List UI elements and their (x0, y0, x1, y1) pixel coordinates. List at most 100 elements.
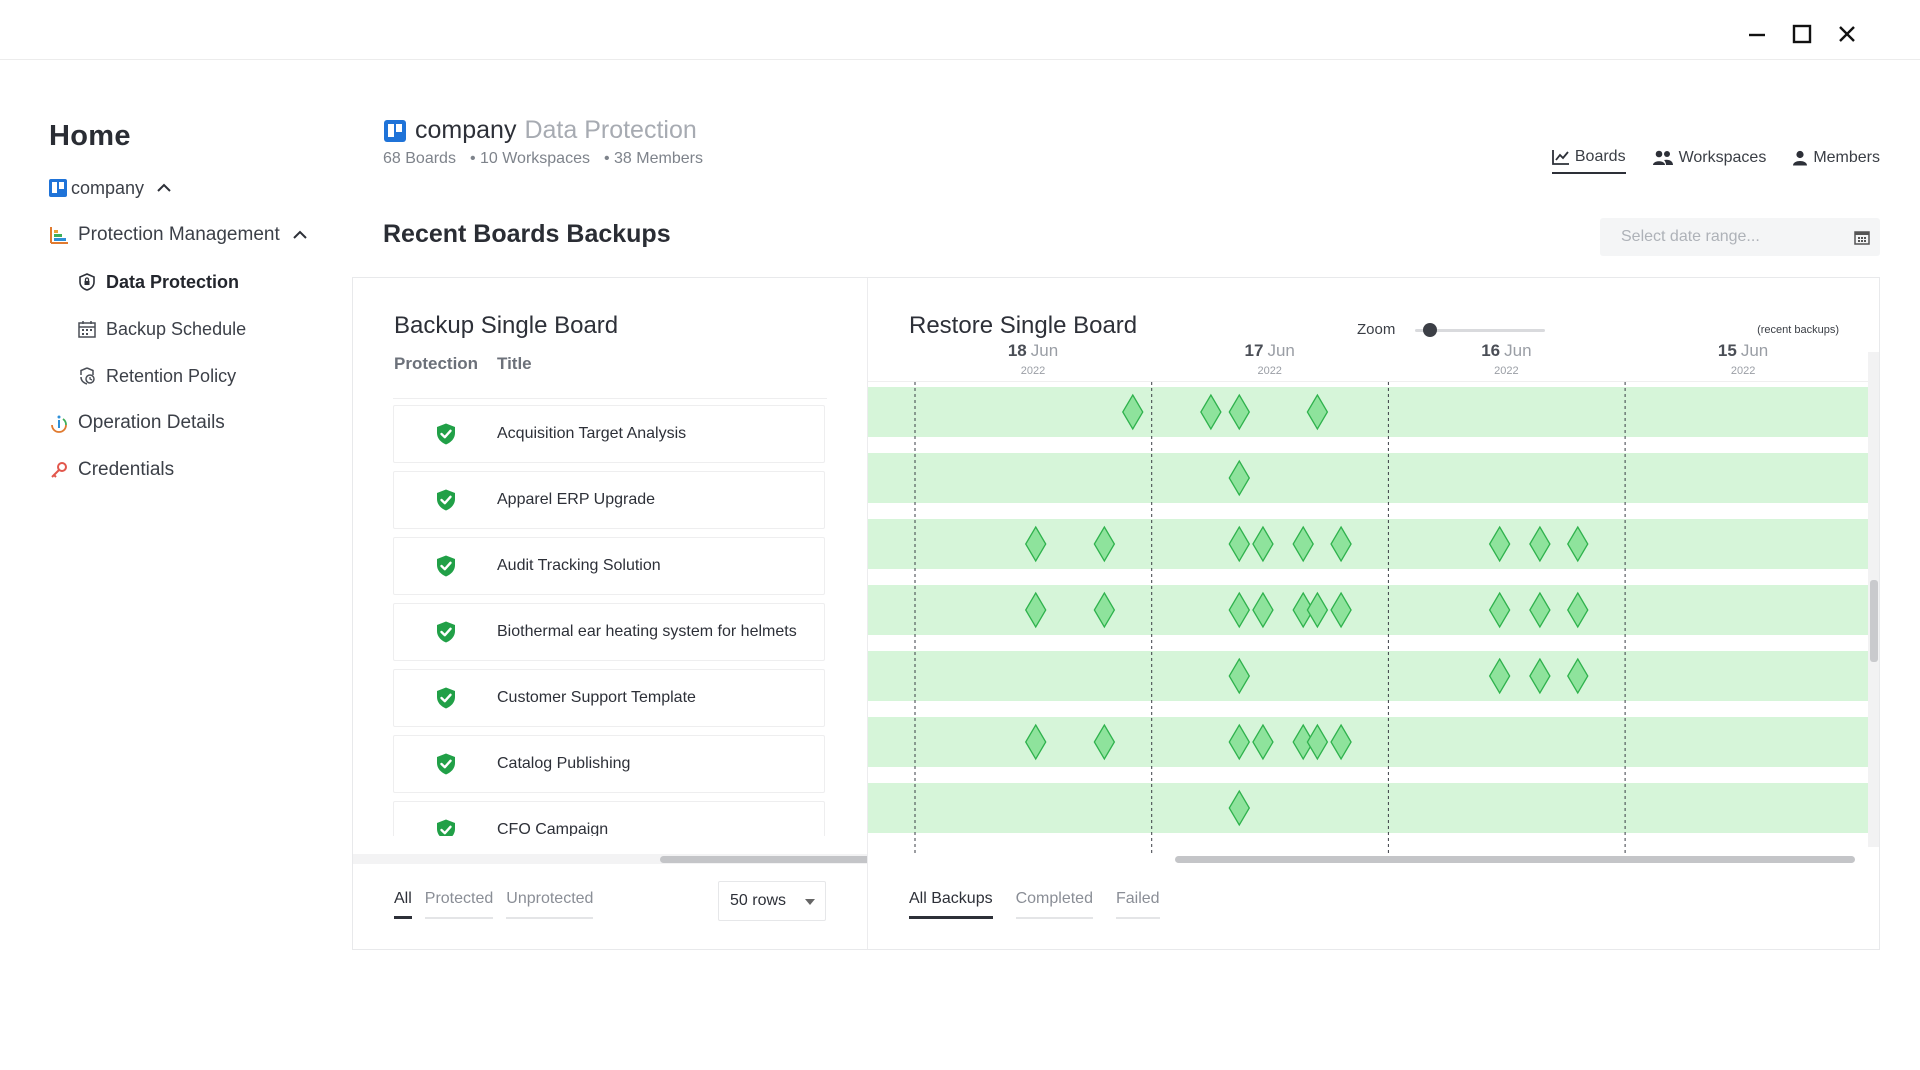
workspace-name: company (415, 116, 517, 144)
minimize-button[interactable] (1737, 14, 1777, 54)
members-count: • 38 Members (603, 150, 703, 167)
minimize-icon (1749, 33, 1765, 37)
table-row[interactable]: Biothermal ear heating system for helmet… (393, 603, 825, 661)
sidebar-item-label: Backup Schedule (106, 318, 247, 339)
sidebar-item-backup-schedule[interactable]: Backup Schedule (76, 313, 246, 345)
tab-boards[interactable]: Boards (1551, 148, 1626, 174)
sidebar-item-company[interactable]: company (48, 172, 172, 204)
chevron-up-icon (292, 230, 308, 240)
timeline-row-band[interactable] (868, 783, 1868, 833)
horizontal-scrollbar-thumb[interactable] (660, 856, 867, 863)
tab-workspaces[interactable]: Workspaces (1652, 148, 1767, 174)
table-row[interactable]: CFO Campaign (393, 801, 825, 836)
timeline-date-label: 17 Jun (1245, 341, 1295, 360)
timeline-row-band[interactable] (868, 717, 1868, 767)
section-title: Recent Boards Backups (383, 220, 671, 248)
rows-per-page-select[interactable]: 50 rows (718, 881, 826, 921)
shield-check-icon (437, 819, 455, 836)
timeline-date-label: 16 Jun (1481, 341, 1531, 360)
timeline-row-band[interactable] (868, 519, 1868, 569)
date-day: 16 (1481, 341, 1500, 360)
board-title: CFO Campaign (497, 821, 609, 836)
restore-pane: Restore Single Board Zoom (recent backup… (868, 278, 1879, 949)
backup-pane: Backup Single Board Protection Title Acq… (353, 278, 868, 949)
table-row[interactable]: Acquisition Target Analysis (393, 405, 825, 463)
tab-members[interactable]: Members (1792, 148, 1880, 174)
date-range-input[interactable]: Select date range... (1600, 218, 1880, 256)
column-header-protection[interactable]: Protection (394, 354, 478, 374)
board-logo-icon (384, 119, 406, 142)
filter-failed[interactable]: Failed (1115, 890, 1160, 919)
horizontal-scrollbar-thumb[interactable] (1175, 856, 1855, 863)
vertical-scrollbar-thumb[interactable] (1870, 580, 1878, 662)
lock-shield-icon (76, 271, 98, 293)
board-title: Acquisition Target Analysis (497, 425, 687, 442)
sidebar-item-operation-details[interactable]: Operation Details (48, 407, 225, 439)
backup-status-filter-tabs: All Backups Completed Failed (909, 890, 1173, 919)
workspace-subtitle: Data Protection (524, 116, 697, 144)
backup-pane-title: Backup Single Board (394, 312, 619, 339)
users-icon (1652, 150, 1673, 165)
table-row[interactable]: Audit Tracking Solution (393, 537, 825, 595)
line-chart-icon (1551, 150, 1569, 165)
timeline-row-band[interactable] (868, 387, 1868, 437)
table-row[interactable]: Apparel ERP Upgrade (393, 471, 825, 529)
board-logo-icon (48, 177, 68, 199)
filter-all-backups[interactable]: All Backups (909, 890, 993, 919)
caret-down-icon (805, 899, 815, 905)
timeline-row-band[interactable] (868, 453, 1868, 503)
date-month: Jun (1031, 341, 1058, 360)
date-year: 2022 (1731, 365, 1755, 377)
chart-bars-icon (48, 224, 70, 246)
sidebar-item-label: Retention Policy (106, 365, 237, 386)
key-icon (48, 459, 70, 481)
column-header-title[interactable]: Title (497, 354, 532, 374)
sidebar: Home company Protection Management Data (0, 70, 320, 1030)
workspace-stats: 68 Boards • 10 Workspaces • 38 Members (383, 150, 717, 168)
sidebar-item-label: company (71, 177, 145, 198)
boards-count: 68 Boards (383, 150, 456, 167)
maximize-button[interactable] (1782, 14, 1822, 54)
timeline-date-label: 18 Jun (1008, 341, 1058, 360)
tab-label: Workspaces (1678, 149, 1767, 166)
sidebar-home-title: Home (49, 120, 131, 152)
table-row[interactable]: Customer Support Template (393, 669, 825, 727)
filter-unprotected[interactable]: Unprotected (506, 890, 594, 919)
sidebar-item-data-protection[interactable]: Data Protection (76, 266, 239, 298)
app-window: Home company Protection Management Data (0, 0, 1920, 1070)
filter-protected[interactable]: Protected (424, 890, 494, 919)
table-row[interactable]: Catalog Publishing (393, 735, 825, 793)
sidebar-item-protection-management[interactable]: Protection Management (48, 219, 308, 251)
title-bar (0, 0, 1920, 60)
shield-check-icon (437, 753, 455, 775)
view-tabs: Boards Workspaces Members (1526, 148, 1880, 174)
timeline-row-band[interactable] (868, 651, 1868, 701)
close-icon (1839, 26, 1855, 42)
sidebar-item-label: Credentials (78, 459, 175, 480)
backups-card: Backup Single Board Protection Title Acq… (352, 277, 1880, 950)
backup-timeline[interactable]: 18 Jun202217 Jun202216 Jun202215 Jun2022 (868, 334, 1879, 924)
sidebar-item-credentials[interactable]: Credentials (48, 454, 174, 486)
sidebar-item-retention-policy[interactable]: Retention Policy (76, 360, 236, 392)
board-title: Catalog Publishing (497, 755, 631, 772)
shield-refresh-icon (76, 365, 98, 387)
info-chart-icon (48, 412, 70, 434)
chevron-up-icon (156, 183, 172, 193)
user-icon (1793, 150, 1808, 166)
close-button[interactable] (1827, 14, 1867, 54)
sidebar-item-label: Data Protection (106, 271, 240, 292)
sidebar-item-label: Operation Details (78, 412, 225, 433)
timeline-row-band[interactable] (868, 585, 1868, 635)
date-day: 18 (1008, 341, 1027, 360)
tab-label: Members (1813, 149, 1880, 166)
date-month: Jun (1741, 341, 1768, 360)
protection-filter-tabs: All Protected Unprotected (394, 890, 606, 919)
date-year: 2022 (1021, 365, 1045, 377)
shield-check-icon (437, 423, 455, 445)
shield-check-icon (437, 621, 455, 643)
shield-check-icon (437, 687, 455, 709)
filter-all[interactable]: All (394, 890, 412, 919)
filter-completed[interactable]: Completed (1015, 890, 1093, 919)
board-title: Apparel ERP Upgrade (497, 491, 656, 508)
board-list: Acquisition Target Analysis Apparel ERP U… (393, 398, 827, 836)
